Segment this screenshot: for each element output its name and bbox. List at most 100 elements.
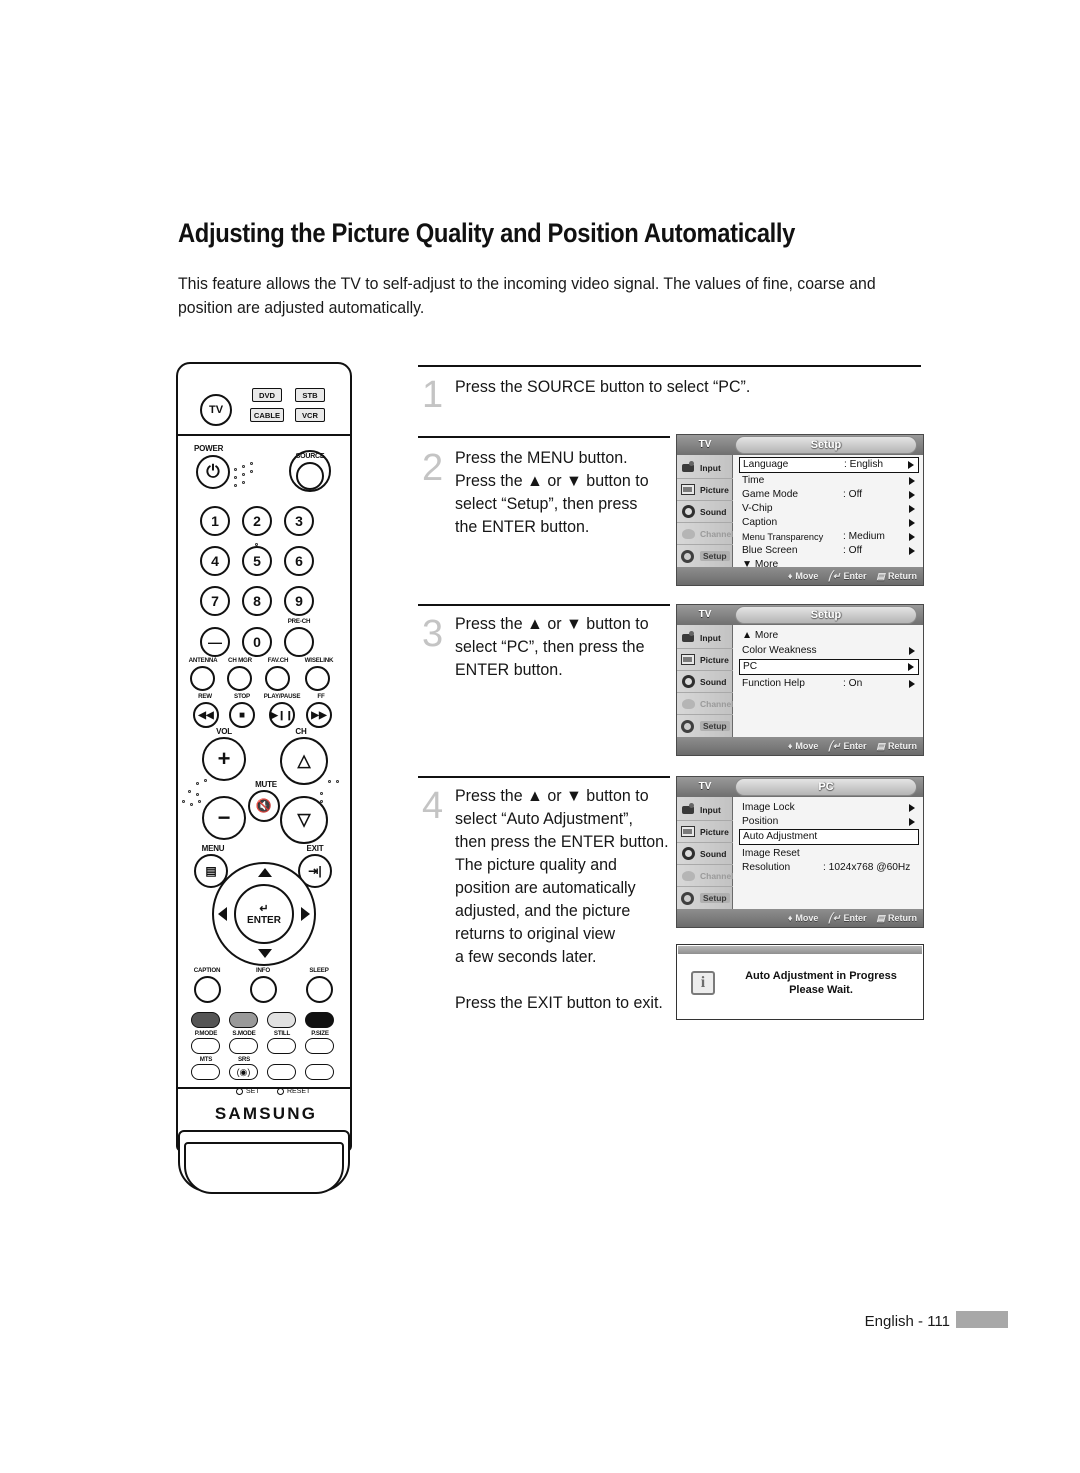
osd-row-menu-transparency[interactable]: Menu Transparency : Medium [739, 530, 919, 544]
remote-button-pmode[interactable] [191, 1038, 220, 1054]
osd-row-blue-screen[interactable]: Blue Screen : Off [739, 544, 919, 558]
osd-row-vchip[interactable]: V-Chip [739, 502, 919, 516]
remote-button-enter[interactable]: ↵ ENTER [234, 884, 294, 944]
step-number-3: 3 [422, 613, 444, 655]
remote-button-rew[interactable]: ◀◀ [193, 702, 219, 728]
osd-row-image-lock[interactable]: Image Lock [739, 801, 919, 815]
remote-button-channel-down[interactable]: ▽ [280, 796, 328, 844]
auto-adjustment-progress-dialog: i Auto Adjustment in Progress Please Wai… [676, 944, 924, 1020]
chevron-right-icon [909, 477, 915, 485]
remote-button-chmgr[interactable] [227, 666, 252, 691]
osd-row-resolution[interactable]: Resolution : 1024x768 @60Hz [739, 861, 919, 875]
minus-icon: − [217, 805, 231, 830]
osd-row-position[interactable]: Position [739, 815, 919, 829]
osd-row-color-weakness[interactable]: Color Weakness [739, 644, 919, 658]
remote-button-set[interactable]: SET [236, 1088, 260, 1095]
remote-key-0[interactable]: 0 [242, 627, 272, 657]
remote-button-channel-up[interactable]: △ [280, 737, 328, 785]
osd-sidebar-item-channel[interactable]: Channel [677, 865, 734, 887]
remote-key-3[interactable]: 3 [284, 506, 314, 536]
remote-key-dash[interactable]: — [200, 627, 230, 657]
remote-color-button-still[interactable] [267, 1012, 296, 1028]
osd-sidebar-item-sound[interactable]: Sound [677, 843, 733, 865]
remote-key-prech[interactable] [284, 627, 314, 657]
remote-key-7[interactable]: 7 [200, 586, 230, 616]
intro-paragraph: This feature allows the TV to self-adjus… [178, 275, 876, 317]
remote-nav-left[interactable] [218, 907, 227, 921]
osd-return-hint: ▤ Return [876, 741, 917, 752]
remote-color-button-pmode[interactable] [191, 1012, 220, 1028]
osd-sidebar-item-input[interactable]: Input [677, 799, 733, 821]
setup-icon [680, 718, 697, 734]
osd-row-more-up[interactable]: ▲ More [739, 629, 919, 643]
chevron-right-icon [909, 519, 915, 527]
osd-row-auto-adjustment[interactable]: Auto Adjustment [739, 829, 919, 845]
remote-button-smode[interactable] [229, 1038, 258, 1054]
chevron-right-icon [909, 818, 915, 826]
remote-button-info[interactable] [250, 976, 277, 1003]
remote-button-volume-up[interactable]: + [202, 737, 246, 781]
osd-row-caption[interactable]: Caption [739, 516, 919, 530]
remote-button-still[interactable] [267, 1038, 296, 1054]
remote-key-1[interactable]: 1 [200, 506, 230, 536]
osd-sidebar-item-picture[interactable]: Picture [677, 649, 733, 671]
remote-button-reset[interactable]: RESET [277, 1088, 310, 1095]
remote-button-cable[interactable]: CABLE [250, 408, 284, 422]
osd-row-time[interactable]: Time [739, 474, 919, 488]
remote-button-ff[interactable]: ▶▶ [306, 702, 332, 728]
remote-button-power[interactable]: ⏻ [196, 455, 230, 489]
chevron-right-icon [909, 505, 915, 513]
remote-nav-up[interactable] [258, 868, 272, 877]
remote-button-psize[interactable] [305, 1038, 334, 1054]
remote-key-2[interactable]: 2 [242, 506, 272, 536]
osd-sidebar-item-sound[interactable]: Sound [677, 671, 733, 693]
remote-button-mute[interactable]: 🔇 [248, 790, 280, 822]
remote-mts-label: MTS [199, 1056, 213, 1063]
remote-button-favch[interactable] [265, 666, 290, 691]
remote-key-9[interactable]: 9 [284, 586, 314, 616]
osd-row-resolution-label: Resolution [742, 862, 791, 873]
remote-key-5-nub [255, 543, 258, 546]
osd-sidebar-item-channel[interactable]: Channel [677, 523, 734, 545]
remote-button-wiselink[interactable] [305, 666, 330, 691]
remote-key-6[interactable]: 6 [284, 546, 314, 576]
step-text-2: Press the MENU button. Press the ▲ or ▼ … [455, 449, 649, 536]
remote-button-caption[interactable] [194, 976, 221, 1003]
remote-source-inner[interactable] [296, 462, 324, 490]
remote-nav-down[interactable] [258, 949, 272, 958]
osd-row-language[interactable]: Language : English [739, 457, 919, 473]
remote-button-stb[interactable]: STB [295, 388, 325, 402]
osd-row-pc[interactable]: PC [739, 659, 919, 675]
remote-key-8[interactable]: 8 [242, 586, 272, 616]
remote-button-blank-1[interactable] [267, 1064, 296, 1080]
osd-sidebar-item-setup[interactable]: Setup [677, 545, 733, 567]
remote-button-srs[interactable]: (◉) [229, 1064, 258, 1080]
remote-key-5[interactable]: 5 [242, 546, 272, 576]
osd-sidebar-item-picture[interactable]: Picture [677, 479, 733, 501]
osd-row-image-reset[interactable]: Image Reset [739, 847, 919, 861]
remote-button-dvd[interactable]: DVD [252, 388, 282, 402]
osd-sidebar-item-channel[interactable]: Channel [677, 693, 734, 715]
remote-button-volume-down[interactable]: − [202, 796, 246, 840]
osd-sidebar-item-picture[interactable]: Picture [677, 821, 733, 843]
remote-button-blank-2[interactable] [305, 1064, 334, 1080]
remote-color-button-smode[interactable] [229, 1012, 258, 1028]
remote-button-mts[interactable] [191, 1064, 220, 1080]
remote-key-4[interactable]: 4 [200, 546, 230, 576]
osd-row-game-mode[interactable]: Game Mode : Off [739, 488, 919, 502]
remote-button-tv[interactable]: TV [200, 394, 232, 426]
remote-color-button-psize[interactable] [305, 1012, 334, 1028]
remote-button-antenna[interactable] [190, 666, 215, 691]
remote-button-sleep[interactable] [306, 976, 333, 1003]
remote-button-vcr[interactable]: VCR [295, 408, 325, 422]
remote-button-play[interactable]: ▶❙❙ [269, 702, 295, 728]
osd-sidebar-item-setup[interactable]: Setup [677, 715, 733, 737]
osd-sidebar-item-input[interactable]: Input [677, 457, 733, 479]
remote-button-stop[interactable]: ■ [229, 702, 255, 728]
remote-nav-right[interactable] [301, 907, 310, 921]
osd-sidebar-item-setup[interactable]: Setup [677, 887, 733, 909]
osd-row-function-help[interactable]: Function Help : On [739, 677, 919, 691]
step-text-1: Press the SOURCE button to select “PC”. [455, 378, 751, 396]
osd-sidebar-item-sound[interactable]: Sound [677, 501, 733, 523]
osd-sidebar-item-input[interactable]: Input [677, 627, 733, 649]
